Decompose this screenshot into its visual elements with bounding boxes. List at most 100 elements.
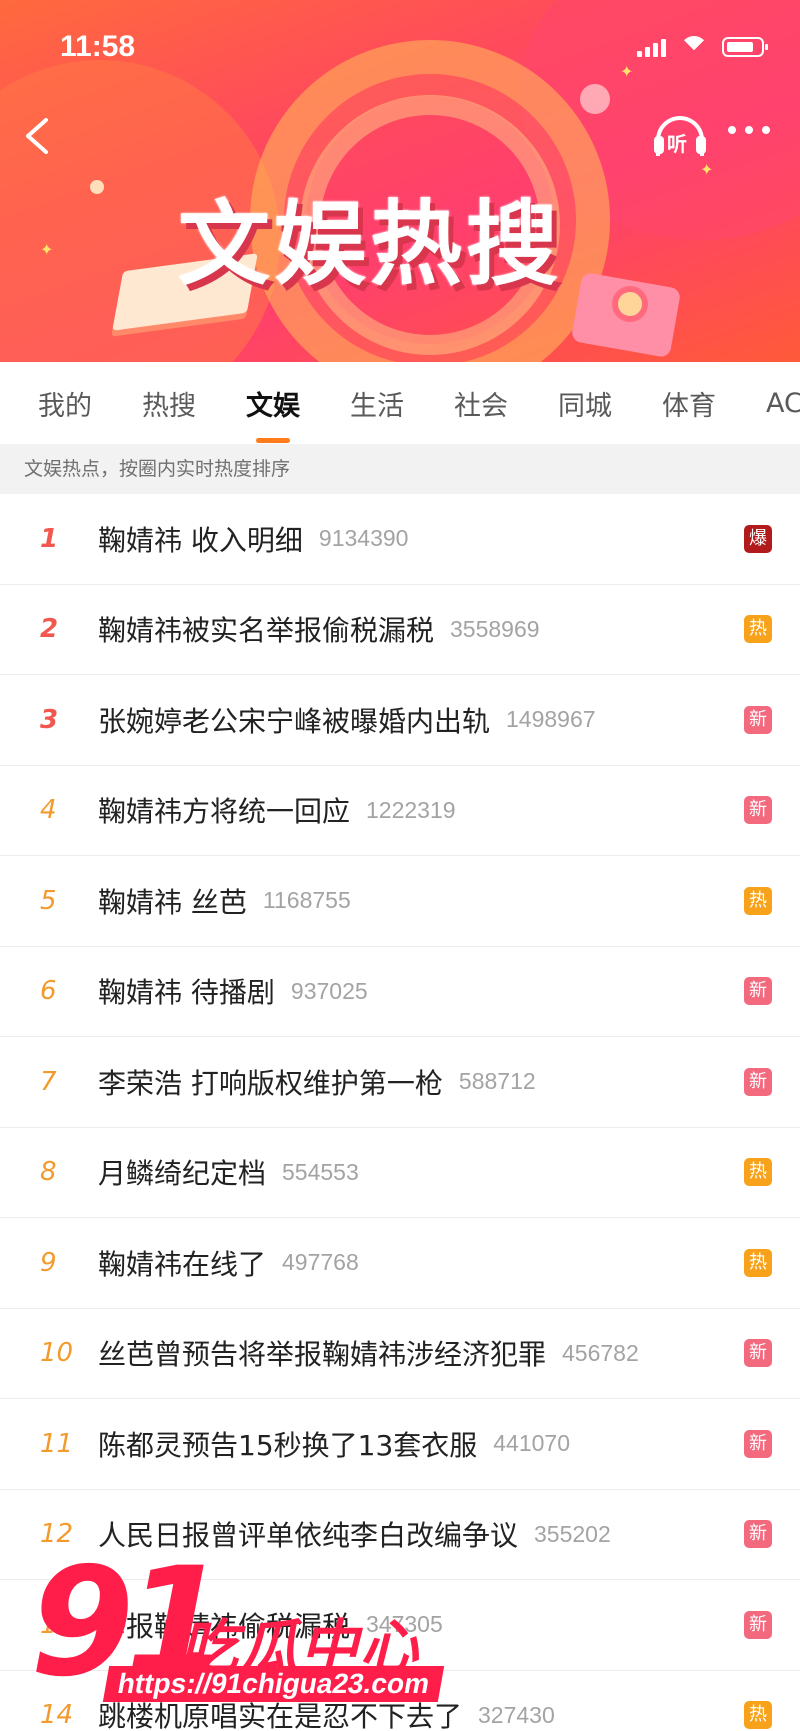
sparkle-icon: ✦ [620,62,634,81]
tab-2[interactable]: 文娱 [246,384,300,423]
item-title: 人民日报曾评单依纯李白改编争议 [98,1519,519,1553]
more-icon-dot [762,126,770,134]
sparkle-icon: ✦ [40,240,54,259]
heat-count: 3558969 [450,615,540,642]
item-title: 张婉婷老公宋宁峰被曝婚内出轨 [98,704,491,738]
item-title: 丝芭曾预告将举报鞠婧祎涉经济犯罪 [98,1338,547,1372]
rank-number: 8 [40,1157,57,1188]
banner-ball [90,180,104,194]
status-badge: 新 [744,1429,772,1458]
item-title: 鞠婧祎 丝芭 [98,885,247,919]
status-badge: 热 [744,886,772,915]
item-title: 鞠婧祎在线了 [98,1247,267,1281]
list-item[interactable]: 14 跳楼机原唱实在是忍不下去了 327430 热 [0,1671,800,1731]
status-badge: 热 [744,615,772,644]
list-item[interactable]: 11 陈都灵预告15秒换了13套衣服 441070 新 [0,1399,800,1490]
listen-label: 听 [667,132,687,156]
header-banner: ✦ ✦ ✦ 11:58 听 文娱热搜 [0,0,800,362]
list-item[interactable]: 3 张婉婷老公宋宁峰被曝婚内出轨 1498967 新 [0,675,800,766]
heat-count: 9134390 [318,525,409,552]
list-item[interactable]: 4 鞠婧祎方将统一回应 1222319 新 [0,766,800,856]
status-badge: 新 [744,1067,772,1096]
cellular-signal-icon [637,37,666,57]
item-title: 月鳞绮纪定档 [98,1157,267,1191]
more-icon-dot [745,126,753,134]
list-item[interactable]: 2 鞠婧祎被实名举报偷税漏税 3558969 热 [0,585,800,675]
item-title: 跳楼机原唱实在是忍不下去了 [98,1700,463,1731]
status-badge: 热 [744,1701,772,1730]
list-item[interactable]: 9 鞠婧祎在线了 497768 热 [0,1218,800,1309]
status-icons [637,36,768,58]
sparkle-icon: ✦ [700,160,714,179]
rank-number: 13 [40,1609,74,1640]
rank-number: 10 [40,1338,74,1369]
rank-number: 7 [40,1066,57,1097]
list-item[interactable]: 10 丝芭曾预告将举报鞠婧祎涉经济犯罪 456782 新 [0,1309,800,1399]
rank-number: 3 [40,704,59,735]
status-badge: 新 [744,796,772,825]
wifi-icon [680,36,708,58]
status-badge: 热 [744,1248,772,1277]
tab-7[interactable]: AC [766,388,800,419]
item-title: 鞠婧祎 收入明细 [98,523,303,557]
page-title: 文娱热搜 [178,191,563,298]
rank-number: 1 [40,523,59,554]
tab-1[interactable]: 热搜 [142,384,196,423]
category-tabs: 我的 热搜 文娱 生活 社会 同城 体育 AC [0,362,800,444]
item-title: 鞠婧祎 待播剧 [98,976,275,1010]
heat-count: 1222319 [366,796,456,823]
item-title: 陈都灵预告15秒换了13套衣服 [98,1428,478,1462]
camera-lens-illustration [612,286,648,322]
tab-6[interactable]: 体育 [662,384,716,423]
heat-count: 1168755 [262,887,351,914]
heat-count: 554553 [282,1158,359,1185]
sort-hint: 文娱热点，按圈内实时热度排序 [0,444,800,494]
item-title: 鞠婧祎被实名举报偷税漏税 [98,614,435,648]
heat-count: 355202 [534,1520,611,1547]
heat-count: 937025 [290,977,368,1004]
heat-count: 497768 [282,1249,359,1276]
item-title: 举报鞠婧祎偷税漏税 [98,1609,351,1643]
list-item[interactable]: 12 人民日报曾评单依纯李白改编争议 355202 新 [0,1490,800,1580]
status-badge: 新 [744,705,772,734]
status-time: 11:58 [60,30,136,63]
heat-count: 441070 [493,1430,571,1457]
status-badge: 新 [744,1520,772,1549]
hot-search-list: 1 鞠婧祎 收入明细 9134390 爆 2 鞠婧祎被实名举报偷税漏税 3558969 热 3 张… [0,494,800,1731]
status-badge: 新 [744,977,772,1006]
more-button[interactable] [728,126,770,134]
heat-count: 347305 [366,1611,443,1638]
status-badge: 爆 [744,524,772,553]
back-button[interactable] [18,112,58,160]
list-item[interactable]: 1 鞠婧祎 收入明细 9134390 爆 [0,494,800,585]
rank-number: 4 [40,795,57,826]
list-item[interactable]: 7 李荣浩 打响版权维护第一枪 588712 新 [0,1037,800,1128]
rank-number: 5 [40,885,57,916]
headphones-icon-ear [696,136,706,154]
list-item[interactable]: 5 鞠婧祎 丝芭 1168755 热 [0,856,800,947]
status-badge: 热 [744,1158,772,1187]
heat-count: 588712 [458,1068,536,1095]
banner-ball [580,84,610,114]
list-item[interactable]: 13 举报鞠婧祎偷税漏税 347305 新 [0,1580,800,1671]
battery-icon [722,37,768,57]
more-icon-dot [728,126,736,134]
list-item[interactable]: 8 月鳞绮纪定档 554553 热 [0,1128,800,1218]
headphones-icon-ear [654,136,664,154]
rank-number: 6 [40,976,57,1007]
tab-0[interactable]: 我的 [38,384,92,423]
tab-3[interactable]: 生活 [350,384,404,423]
item-title: 李荣浩 打响版权维护第一枪 [98,1066,443,1100]
list-item[interactable]: 6 鞠婧祎 待播剧 937025 新 [0,947,800,1037]
rank-number: 9 [40,1247,57,1278]
rank-number: 2 [40,614,59,645]
tab-5[interactable]: 同城 [558,384,612,423]
chevron-left-icon [26,118,48,154]
status-badge: 新 [744,1339,772,1368]
listen-button[interactable]: 听 [654,114,706,158]
heat-count: 456782 [562,1339,639,1366]
heat-count: 1498967 [506,706,596,733]
rank-number: 12 [40,1519,74,1550]
status-badge: 新 [744,1610,772,1639]
tab-4[interactable]: 社会 [454,384,508,423]
